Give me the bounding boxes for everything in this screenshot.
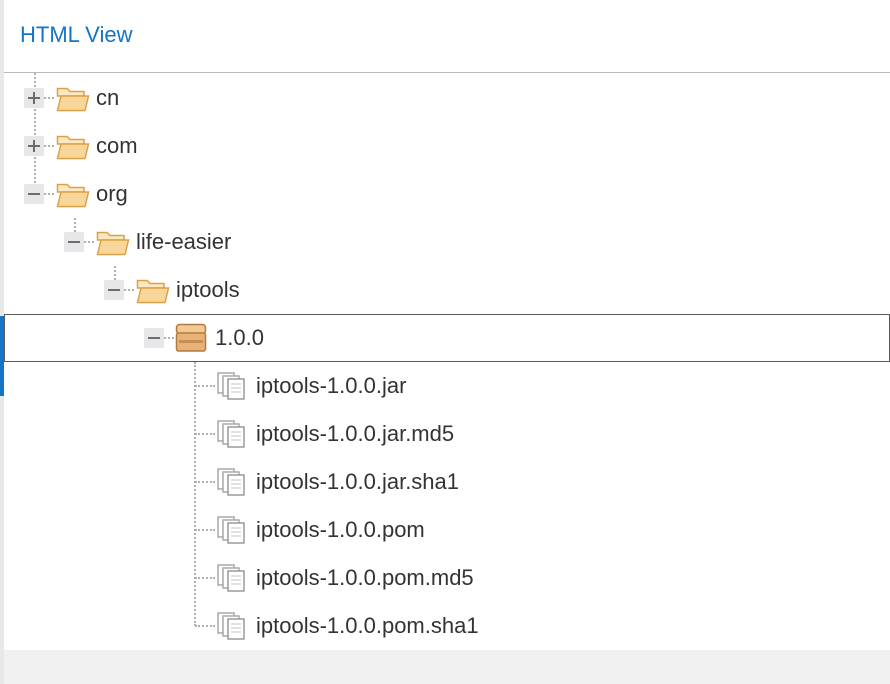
tree-node-label: iptools-1.0.0.jar.sha1 (256, 469, 460, 494)
tree-node-file[interactable]: iptools-1.0.0.pom (4, 506, 890, 554)
tree-node-label: life-easier (136, 229, 232, 254)
tree-node-label: iptools-1.0.0.pom (256, 517, 425, 542)
tree-node-file[interactable]: iptools-1.0.0.pom.md5 (4, 554, 890, 602)
file-documents-icon (217, 516, 245, 544)
view-header: HTML View (4, 0, 890, 73)
tree-node-org[interactable]: org (4, 170, 890, 218)
file-documents-icon (217, 564, 245, 592)
view-title: HTML View (20, 22, 133, 47)
tree-node-file[interactable]: iptools-1.0.0.jar.md5 (4, 410, 890, 458)
file-documents-icon (217, 612, 245, 640)
tree-node-label: iptools-1.0.0.pom.md5 (256, 565, 474, 590)
file-documents-icon (217, 468, 245, 496)
tree-node-label: iptools-1.0.0.jar (256, 373, 407, 398)
tree-node-label: iptools-1.0.0.jar.md5 (256, 421, 455, 446)
panel-footer (4, 650, 890, 684)
tree-node-file[interactable]: iptools-1.0.0.pom.sha1 (4, 602, 890, 650)
tree-node-cn[interactable]: cn (4, 74, 890, 122)
file-documents-icon (217, 372, 245, 400)
tree-node-label: iptools (176, 277, 240, 302)
tree-node-com[interactable]: com (4, 122, 890, 170)
expand-plus-icon[interactable] (24, 88, 44, 108)
collapse-minus-icon[interactable] (144, 328, 164, 348)
collapse-minus-icon[interactable] (64, 232, 84, 252)
tree-node-file[interactable]: iptools-1.0.0.jar (4, 362, 890, 410)
expand-plus-icon[interactable] (24, 136, 44, 156)
collapse-minus-icon[interactable] (104, 280, 124, 300)
file-documents-icon (217, 420, 245, 448)
folder-open-icon (96, 231, 130, 256)
collapse-minus-icon[interactable] (24, 184, 44, 204)
tree-node-file[interactable]: iptools-1.0.0.jar.sha1 (4, 458, 890, 506)
tree-node-label: cn (96, 85, 120, 110)
tree-node-label: iptools-1.0.0.pom.sha1 (256, 613, 479, 638)
package-box-icon (175, 323, 207, 352)
tree-node-label: 1.0.0 (215, 325, 264, 350)
tree-node-iptools[interactable]: iptools (4, 266, 890, 314)
tree-node-label: org (96, 181, 128, 206)
folder-open-icon (136, 279, 170, 304)
tree-node-life-easier[interactable]: life-easier (4, 218, 890, 266)
folder-open-icon (56, 135, 90, 160)
file-tree: cn com org life-easier iptools 1.0.0 ipt… (4, 73, 890, 650)
tree-node-version-selected[interactable]: 1.0.0 (4, 314, 890, 362)
tree-node-label: com (96, 133, 138, 158)
folder-open-icon (56, 87, 90, 112)
folder-open-icon (56, 183, 90, 208)
